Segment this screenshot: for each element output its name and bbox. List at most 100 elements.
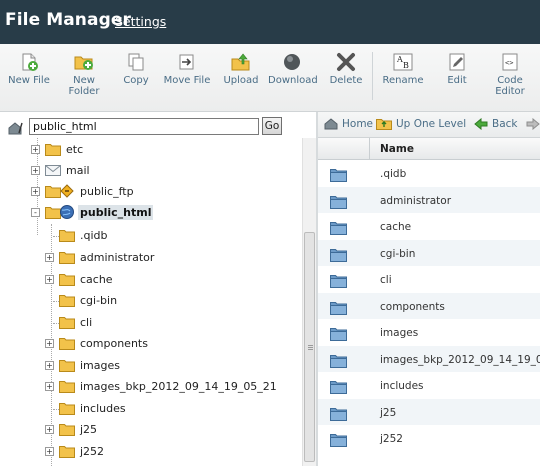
folder-icon	[59, 380, 75, 393]
scrollbar-grip	[308, 349, 313, 350]
app-header: File Manager Settings	[0, 0, 540, 44]
rename-button[interactable]: A B Rename	[382, 52, 424, 86]
file-name: j252	[380, 433, 403, 445]
tree-item-cgi-bin[interactable]: cgi-bin	[59, 290, 119, 310]
collapse-toggle[interactable]: -	[31, 207, 40, 217]
expand-toggle[interactable]: +	[45, 360, 54, 370]
delete-button[interactable]: Delete	[328, 52, 364, 86]
tree-item-images-bkp[interactable]: + images_bkp_2012_09_14_19_05_21	[45, 376, 279, 396]
svg-text:<>: <>	[505, 59, 513, 67]
scrollbar-thumb[interactable]	[304, 232, 315, 462]
tree-item-label: images_bkp_2012_09_14_19_05_21	[80, 379, 277, 393]
table-row[interactable]: cli	[318, 266, 540, 293]
folder-tree: + etc + mail + public_ftp - public_html …	[0, 138, 302, 466]
tree-scrollbar[interactable]	[302, 138, 316, 466]
svg-text:A: A	[396, 55, 403, 64]
rename-icon: A B	[393, 53, 413, 71]
icon-column-header[interactable]	[318, 138, 370, 160]
new-folder-button[interactable]: New Folder	[62, 52, 106, 97]
tree-item-cache[interactable]: + cache	[45, 269, 115, 289]
table-row[interactable]: administrator	[318, 186, 540, 213]
expand-toggle[interactable]: +	[45, 338, 54, 348]
new-file-button[interactable]: New File	[6, 52, 52, 86]
folder-icon	[59, 229, 75, 242]
expand-toggle[interactable]: +	[31, 144, 40, 154]
copy-button[interactable]: Copy	[118, 52, 154, 86]
ftp-folder-icon	[45, 184, 74, 198]
expand-toggle[interactable]: +	[31, 165, 40, 175]
folder-icon	[330, 407, 347, 421]
tree-item-includes[interactable]: includes	[59, 398, 128, 418]
path-bar: Go	[0, 112, 316, 138]
tree-item-components[interactable]: + components	[45, 333, 150, 353]
file-name: components	[380, 300, 445, 313]
tree-item-qidb[interactable]: .qidb	[59, 225, 110, 245]
folder-icon	[330, 195, 347, 209]
tree-item-public-ftp[interactable]: + public_ftp	[31, 181, 136, 201]
tree-item-images[interactable]: + images	[45, 355, 122, 375]
tree-item-label: .qidb	[80, 228, 108, 242]
tree-item-label: etc	[66, 142, 84, 156]
settings-link[interactable]: Settings	[115, 14, 166, 29]
forward-arrow-icon	[526, 118, 540, 130]
home-icon	[324, 118, 338, 130]
tree-item-administrator[interactable]: + administrator	[45, 247, 156, 267]
upload-button[interactable]: Upload	[222, 52, 260, 86]
tree-item-j25[interactable]: + j25	[45, 419, 99, 439]
code-editor-icon: <>	[502, 53, 518, 71]
tree-item-label: public_html	[78, 204, 154, 220]
edit-label: Edit	[447, 75, 467, 86]
folder-icon	[59, 251, 75, 264]
expand-toggle[interactable]: +	[45, 424, 54, 434]
globe-folder-icon	[45, 205, 74, 219]
tree-item-cli[interactable]: cli	[59, 312, 94, 332]
tree-item-public-html[interactable]: - public_html	[31, 202, 154, 222]
folder-icon	[330, 248, 347, 262]
back-button[interactable]: Back	[474, 118, 518, 130]
delete-icon	[337, 53, 355, 71]
code-editor-button[interactable]: <> Code Editor	[490, 52, 530, 97]
rename-label: Rename	[382, 75, 424, 86]
table-row[interactable]: cgi-bin	[318, 239, 540, 266]
file-name: cache	[380, 221, 412, 233]
table-row[interactable]: components	[318, 292, 540, 319]
table-row[interactable]: .qidb	[318, 160, 540, 187]
tree-item-j252[interactable]: + j252	[45, 441, 106, 461]
expand-toggle[interactable]: +	[45, 381, 54, 391]
tree-item-mail[interactable]: + mail	[31, 160, 92, 180]
tree-item-label: public_ftp	[80, 184, 134, 198]
tree-item-label: includes	[80, 401, 126, 415]
table-row[interactable]: j252	[318, 425, 540, 452]
move-file-button[interactable]: Move File	[162, 52, 212, 86]
folder-icon	[59, 316, 75, 329]
forward-button[interactable]	[526, 118, 540, 130]
table-row[interactable]: images	[318, 319, 540, 346]
name-column-header[interactable]: Name	[380, 143, 414, 155]
up-one-level-button[interactable]: Up One Level	[376, 118, 466, 130]
tree-item-etc[interactable]: + etc	[31, 139, 85, 159]
new-file-icon	[22, 53, 38, 71]
path-input[interactable]	[29, 118, 259, 135]
home-path-icon[interactable]	[8, 121, 28, 135]
file-name: cgi-bin	[380, 247, 416, 260]
scrollbar-grip	[308, 347, 313, 348]
expand-toggle[interactable]: +	[45, 252, 54, 262]
table-row[interactable]: images_bkp_2012_09_14_19_05_	[318, 345, 540, 372]
toolbar-separator	[372, 52, 373, 100]
file-name: administrator	[380, 194, 452, 207]
new-folder-label: New Folder	[68, 75, 100, 97]
back-label: Back	[492, 118, 518, 130]
table-row[interactable]: j25	[318, 398, 540, 425]
expand-toggle[interactable]: +	[45, 274, 54, 284]
go-button[interactable]: Go	[262, 117, 282, 135]
download-button[interactable]: Download	[268, 52, 318, 86]
edit-button[interactable]: Edit	[440, 52, 474, 86]
folder-icon	[59, 402, 75, 415]
table-row[interactable]: cache	[318, 213, 540, 240]
expand-toggle[interactable]: +	[31, 186, 40, 196]
home-button[interactable]: Home	[324, 118, 373, 130]
back-arrow-icon	[474, 118, 488, 130]
tree-item-label: j25	[80, 422, 98, 436]
table-row[interactable]: includes	[318, 372, 540, 399]
expand-toggle[interactable]: +	[45, 446, 54, 456]
